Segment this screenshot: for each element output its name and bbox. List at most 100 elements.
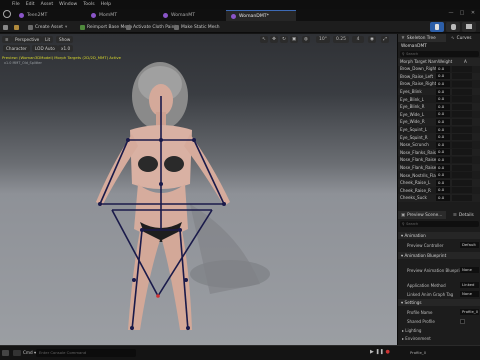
- morph-weight-input[interactable]: 0.0: [436, 187, 450, 194]
- morph-target-row[interactable]: Eye_Squint_R 0.0: [398, 133, 480, 141]
- morph-target-row[interactable]: Eye_Blink_L 0.0: [398, 95, 480, 103]
- tab-teen2mt[interactable]: Teen2MT: [14, 10, 76, 21]
- morph-weight-input[interactable]: 0.0: [436, 164, 450, 171]
- console-input[interactable]: Enter Console Command: [36, 349, 136, 357]
- morph-target-row[interactable]: Eyes_Blink 0.0: [398, 87, 480, 96]
- morph-auto-checkbox[interactable]: [452, 134, 472, 141]
- morph-auto-checkbox[interactable]: [452, 65, 472, 72]
- morph-auto-checkbox[interactable]: [452, 141, 472, 148]
- morph-target-row[interactable]: Cheek_Raise_R 0.0: [398, 187, 480, 195]
- morph-target-row[interactable]: Nose_Nostrils_Flare 0.0: [398, 171, 480, 179]
- morph-auto-checkbox[interactable]: [452, 118, 472, 125]
- section-settings[interactable]: ▾ Settings: [398, 299, 480, 306]
- profile-name-input[interactable]: Profile_0: [460, 309, 479, 315]
- morph-auto-checkbox[interactable]: [452, 88, 472, 95]
- tab-details[interactable]: ☰ Details: [450, 211, 480, 219]
- morph-weight-input[interactable]: 0.0: [436, 65, 450, 72]
- morph-auto-checkbox[interactable]: [452, 126, 472, 133]
- morph-target-row[interactable]: Cheeks_Suck 0.0: [398, 194, 480, 202]
- animation-mode-button[interactable]: [462, 22, 476, 32]
- menu-asset[interactable]: Asset: [41, 2, 54, 7]
- output-log-button[interactable]: [13, 350, 21, 356]
- morph-weight-input[interactable]: 0.0: [436, 96, 450, 103]
- morph-target-row[interactable]: Eye_Wide_L 0.0: [398, 111, 480, 119]
- morph-search-input[interactable]: ⚲ Search: [400, 51, 479, 57]
- morph-auto-checkbox[interactable]: [452, 149, 472, 156]
- reimport-button[interactable]: Reimport Base Mesh: [80, 23, 132, 31]
- morph-auto-checkbox[interactable]: [452, 103, 472, 110]
- morph-auto-checkbox[interactable]: [452, 187, 472, 194]
- lighting-row[interactable]: ▸ Lighting: [398, 326, 480, 334]
- minimize-button[interactable]: —: [446, 10, 456, 18]
- morph-auto-checkbox[interactable]: [452, 179, 472, 186]
- morph-auto-checkbox[interactable]: [452, 156, 472, 163]
- menu-help[interactable]: Help: [101, 2, 111, 7]
- linked-anim-select[interactable]: None: [460, 291, 479, 297]
- pause-icon[interactable]: ❚❚: [375, 349, 383, 355]
- environment-row[interactable]: ▸ Environment: [398, 334, 480, 342]
- menu-tools[interactable]: Tools: [83, 2, 94, 7]
- tab-womandmt[interactable]: WomanDMT*: [226, 10, 296, 21]
- menu-file[interactable]: File: [12, 2, 20, 7]
- morph-auto-checkbox[interactable]: [452, 96, 472, 103]
- morph-weight-input[interactable]: 0.0: [436, 194, 450, 201]
- tab-womanmt[interactable]: WomanMT: [158, 10, 224, 21]
- morph-weight-input[interactable]: 0.0: [436, 156, 450, 163]
- morph-weight-input[interactable]: 0.0: [436, 73, 450, 80]
- morph-auto-checkbox[interactable]: [452, 194, 472, 201]
- play-icon[interactable]: ▶: [370, 349, 374, 355]
- section-animation-blueprint[interactable]: ▾ Animation Blueprint: [398, 252, 480, 259]
- preview-controller-select[interactable]: Default: [460, 242, 479, 248]
- viewport[interactable]: ≡ Perspective Lit Show Character LOD Aut…: [0, 34, 397, 345]
- cmd-dropdown[interactable]: Cmd ▾: [23, 350, 36, 355]
- save-button[interactable]: [3, 23, 10, 31]
- morph-target-row[interactable]: Brow_Raise_Left 0.0: [398, 72, 480, 81]
- menu-edit[interactable]: Edit: [26, 2, 35, 7]
- morph-target-row[interactable]: Brow_Down_Right 0.0: [398, 65, 480, 73]
- morph-target-row[interactable]: Nose_Flanks_Raise 0.0: [398, 148, 480, 157]
- morph-weight-input[interactable]: 0.0: [436, 149, 450, 156]
- morph-auto-checkbox[interactable]: [452, 164, 472, 171]
- morph-auto-checkbox[interactable]: [452, 73, 472, 80]
- morph-weight-input[interactable]: 0.0: [436, 141, 450, 148]
- morph-target-row[interactable]: Nose_Flank_Raise_R0.0: [398, 163, 480, 172]
- close-button[interactable]: ✕: [468, 10, 478, 18]
- morph-weight-input[interactable]: 0.0: [436, 118, 450, 125]
- maximize-button[interactable]: □: [457, 10, 467, 18]
- morph-auto-checkbox[interactable]: [452, 80, 472, 87]
- content-drawer-button[interactable]: [2, 350, 9, 356]
- make-static-mesh-button[interactable]: Make Static Mesh: [174, 23, 219, 31]
- morph-weight-input[interactable]: 0.0: [436, 126, 450, 133]
- morph-weight-input[interactable]: 0.0: [436, 172, 450, 179]
- morph-weight-input[interactable]: 0.0: [436, 80, 450, 87]
- morph-target-row[interactable]: Nose_Flank_Raise_L0.0: [398, 156, 480, 164]
- create-asset-button[interactable]: Create Asset ▾: [28, 23, 67, 31]
- morph-weight-input[interactable]: 0.0: [436, 179, 450, 186]
- unreal-logo-icon[interactable]: [3, 10, 11, 18]
- morph-weight-input[interactable]: 0.0: [436, 103, 450, 110]
- menu-window[interactable]: Window: [59, 2, 77, 7]
- morph-target-row[interactable]: Cheek_Raise_L 0.0: [398, 179, 480, 187]
- morph-auto-checkbox[interactable]: [452, 172, 472, 179]
- morph-auto-checkbox[interactable]: [452, 111, 472, 118]
- details-search-input[interactable]: ⚲ Search: [400, 221, 479, 227]
- activate-cloth-button[interactable]: Activate Cloth Paint: [126, 23, 176, 31]
- morph-target-row[interactable]: Eye_Squint_L 0.0: [398, 126, 480, 134]
- morph-weight-input[interactable]: 0.0: [436, 111, 450, 118]
- tab-preview-scene[interactable]: ▣ Preview Scene...: [398, 211, 446, 219]
- morph-weight-input[interactable]: 0.0: [436, 88, 450, 95]
- section-animation[interactable]: ▾ Animation: [398, 232, 480, 239]
- shared-profile-checkbox[interactable]: [460, 318, 465, 324]
- morph-target-row[interactable]: Eye_Blink_R 0.0: [398, 103, 480, 111]
- skeleton-mode-button[interactable]: [430, 22, 444, 32]
- morph-target-row[interactable]: Nose_Scrunch 0.0: [398, 141, 480, 149]
- morph-target-row[interactable]: Eye_Wide_R 0.0: [398, 118, 480, 126]
- preview-bp-select[interactable]: None: [460, 267, 479, 273]
- record-icon[interactable]: ●: [385, 349, 389, 355]
- morph-weight-input[interactable]: 0.0: [436, 134, 450, 141]
- tab-mommt[interactable]: MomMT: [86, 10, 150, 21]
- browse-button[interactable]: [14, 23, 21, 31]
- mesh-mode-button[interactable]: [446, 22, 460, 32]
- morph-target-row[interactable]: Brow_Raise_Right 0.0: [398, 80, 480, 88]
- tab-skeleton-tree[interactable]: ♆ Skeleton Tree: [398, 34, 446, 42]
